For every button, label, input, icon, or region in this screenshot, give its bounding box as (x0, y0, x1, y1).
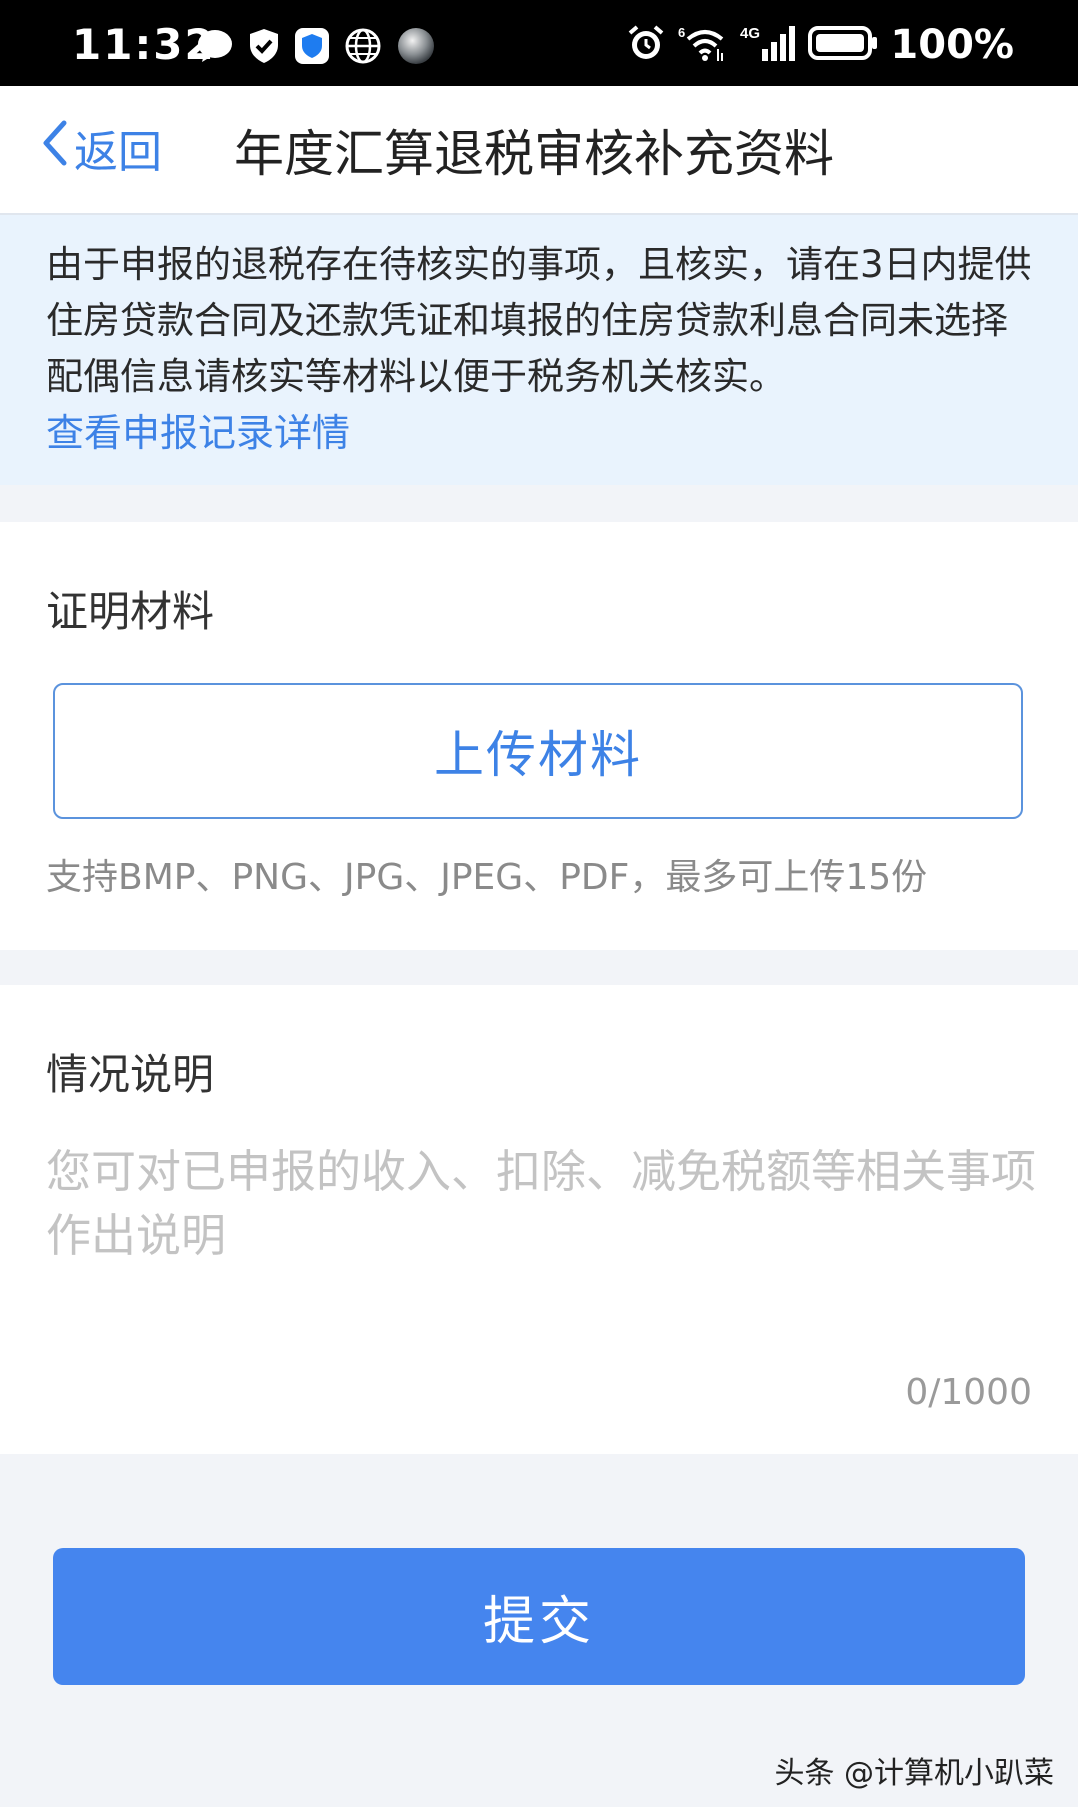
page-title: 年度汇算退税审核补充资料 (234, 125, 834, 183)
description-input[interactable] (46, 1140, 1036, 1390)
back-label: 返回 (74, 127, 162, 178)
status-time: 11:32 (72, 20, 216, 69)
nav-bar: 返回 年度汇算退税审核补充资料 (0, 86, 1078, 215)
signal-icon: 4G (740, 23, 796, 67)
globe-icon (344, 27, 382, 69)
upload-button[interactable]: 上传材料 (53, 683, 1023, 819)
submit-button[interactable]: 提交 (53, 1548, 1025, 1685)
alarm-icon (626, 23, 666, 67)
battery-percent: 100% (890, 22, 1014, 68)
wifi-icon: 6 (678, 23, 728, 67)
chat-bubble-icon (196, 28, 234, 68)
description-label: 情况说明 (46, 1050, 215, 1099)
status-bar: 11:32 6 4G 100% (0, 0, 1078, 86)
sphere-icon (396, 26, 436, 70)
view-record-link[interactable]: 查看申报记录详情 (46, 402, 350, 457)
notice-text: 由于申报的退税存在待核实的事项，且核实，请在3日内提供住房贷款合同及还款凭证和填… (46, 243, 1032, 398)
watermark: 头条 @计算机小趴菜 (774, 1756, 1054, 1791)
materials-label: 证明材料 (46, 587, 215, 636)
battery-icon (808, 25, 878, 65)
blue-shield-icon (294, 27, 330, 69)
network-type-label: 4G (740, 25, 760, 42)
shield-check-icon (248, 27, 280, 69)
back-button[interactable]: 返回 (40, 116, 162, 180)
upload-hint: 支持BMP、PNG、JPG、JPEG、PDF，最多可上传15份 (46, 857, 928, 898)
status-icons-left (196, 26, 436, 70)
char-count: 0/1000 (905, 1372, 1032, 1413)
svg-text:6: 6 (678, 25, 685, 40)
status-icons-right: 6 4G 100% (626, 22, 1014, 68)
chevron-left-icon (40, 117, 70, 180)
